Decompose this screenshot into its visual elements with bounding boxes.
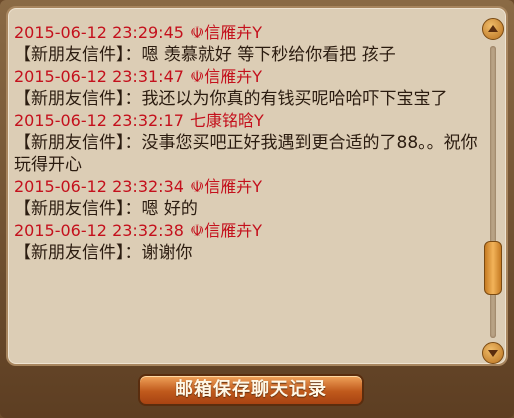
message-sender[interactable]: 七康铭晗Y <box>190 111 264 130</box>
message-timestamp: 2015-06-12 23:32:38 <box>14 221 184 240</box>
message-channel-label: 【新朋友信件】： <box>14 199 142 219</box>
chat-log-panel: 2015-06-12 23:29:45 ☫信雁卉Y 【新朋友信件】：嗯 羡慕就好 等… <box>6 6 508 366</box>
message-timestamp: 2015-06-12 23:32:34 <box>14 177 184 196</box>
message-header: 2015-06-12 23:31:47 ☫信雁卉Y <box>14 66 484 88</box>
message-body: 【新朋友信件】：谢谢你 <box>14 242 484 264</box>
scroll-thumb[interactable] <box>484 241 502 296</box>
message-text: 嗯 羡慕就好 等下秒给你看把 孩子 <box>141 45 396 65</box>
message-timestamp: 2015-06-12 23:29:45 <box>14 23 184 42</box>
chat-message: 2015-06-12 23:29:45 ☫信雁卉Y 【新朋友信件】：嗯 羡慕就好 等… <box>14 22 484 66</box>
message-list: 2015-06-12 23:29:45 ☫信雁卉Y 【新朋友信件】：嗯 羡慕就好 等… <box>14 22 484 264</box>
message-header: 2015-06-12 23:32:34 ☫信雁卉Y <box>14 176 484 198</box>
chat-message: 2015-06-12 23:32:38 ☫信雁卉Y 【新朋友信件】：谢谢你 <box>14 220 484 264</box>
chat-message: 2015-06-12 23:32:17 七康铭晗Y 【新朋友信件】：没事您买吧正好我… <box>14 110 484 176</box>
message-timestamp: 2015-06-12 23:32:17 <box>14 111 184 130</box>
chevron-up-icon <box>488 25 498 32</box>
chevron-down-icon <box>488 350 498 357</box>
message-channel-label: 【新朋友信件】： <box>14 89 142 109</box>
chat-message: 2015-06-12 23:32:34 ☫信雁卉Y 【新朋友信件】：嗯 好的 <box>14 176 484 220</box>
message-sender[interactable]: ☫信雁卉Y <box>190 177 262 196</box>
message-sender[interactable]: ☫信雁卉Y <box>190 23 262 42</box>
message-sender[interactable]: ☫信雁卉Y <box>190 67 262 86</box>
scroll-up-button[interactable] <box>482 18 504 40</box>
message-text: 谢谢你 <box>141 243 193 263</box>
message-body: 【新朋友信件】：嗯 好的 <box>14 198 484 220</box>
message-text: 我还以为你真的有钱买呢哈哈吓下宝宝了 <box>141 89 448 109</box>
save-chat-to-mail-button[interactable]: 邮箱保存聊天记录 <box>138 374 364 406</box>
message-channel-label: 【新朋友信件】： <box>14 45 142 65</box>
message-body: 【新朋友信件】：嗯 羡慕就好 等下秒给你看把 孩子 <box>14 44 484 66</box>
message-text: 嗯 好的 <box>141 199 198 219</box>
message-channel-label: 【新朋友信件】： <box>14 133 142 153</box>
chat-window: 2015-06-12 23:29:45 ☫信雁卉Y 【新朋友信件】：嗯 羡慕就好 等… <box>0 0 514 418</box>
message-timestamp: 2015-06-12 23:31:47 <box>14 67 184 86</box>
chat-message: 2015-06-12 23:31:47 ☫信雁卉Y 【新朋友信件】：我还以为你真的有… <box>14 66 484 110</box>
message-header: 2015-06-12 23:32:17 七康铭晗Y <box>14 110 484 132</box>
message-body: 【新朋友信件】：我还以为你真的有钱买呢哈哈吓下宝宝了 <box>14 88 484 110</box>
message-header: 2015-06-12 23:29:45 ☫信雁卉Y <box>14 22 484 44</box>
message-sender[interactable]: ☫信雁卉Y <box>190 221 262 240</box>
scrollbar[interactable] <box>482 18 504 364</box>
message-channel-label: 【新朋友信件】： <box>14 243 142 263</box>
message-header: 2015-06-12 23:32:38 ☫信雁卉Y <box>14 220 484 242</box>
scroll-down-button[interactable] <box>482 342 504 364</box>
message-body: 【新朋友信件】：没事您买吧正好我遇到更合适的了88。。祝你玩得开心 <box>14 132 484 176</box>
